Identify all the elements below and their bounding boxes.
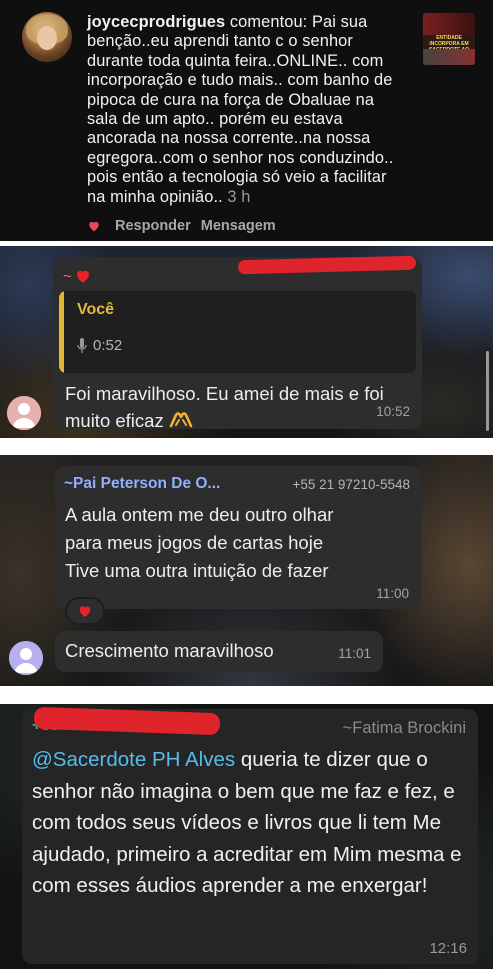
whatsapp-chat-panel-2: ~Pai Peterson De O... +55 21 97210-5548 …	[0, 455, 493, 686]
default-avatar-icon	[7, 396, 41, 430]
heart-icon	[76, 270, 89, 283]
comment-actions: Responder Mensagem	[87, 215, 276, 237]
comment-body: comentou: Pai sua benção..eu aprendi tan…	[87, 13, 394, 206]
avatar[interactable]	[7, 396, 41, 430]
quoted-author: Você	[77, 301, 115, 318]
message-bubble[interactable]: +559 ~Fatima Brockini @Sacerdote PH Alve…	[22, 709, 478, 964]
post-thumbnail[interactable]: ENTIDADE INCORPORA EM SACERDOTE AO VIVO	[423, 13, 475, 65]
message-bubble[interactable]: ~ Você 0:52 Foi maravilhoso. Eu amei de …	[53, 257, 422, 431]
message-time: 11:01	[338, 646, 371, 661]
comment-time: 3 h	[227, 187, 251, 206]
message-text: Crescimento maravilhoso	[65, 640, 274, 661]
hands-heart-icon	[169, 412, 193, 428]
heart-icon	[79, 606, 91, 617]
default-avatar-icon	[9, 641, 43, 675]
message-text: A aula ontem me deu outro olhar para meu…	[65, 504, 334, 581]
whatsapp-chat-panel-3: +559 ~Fatima Brockini @Sacerdote PH Alve…	[0, 704, 493, 969]
sender-phone: +55 21 97210-5548	[292, 477, 411, 492]
message-button[interactable]: Mensagem	[201, 218, 276, 234]
whatsapp-chat-panel-1: ~ Você 0:52 Foi maravilhoso. Eu amei de …	[0, 246, 493, 438]
quoted-duration: 0:52	[77, 337, 122, 354]
heart-icon[interactable]	[87, 219, 101, 233]
reaction-badge[interactable]	[65, 597, 105, 625]
quoted-voice-message[interactable]: Você 0:52	[59, 291, 416, 373]
comment-username[interactable]: joycecprodrigues	[87, 13, 225, 31]
avatar[interactable]	[9, 641, 43, 675]
commenter-avatar[interactable]	[22, 12, 72, 62]
message-bubble[interactable]: ~Pai Peterson De O... +55 21 97210-5548 …	[55, 466, 421, 609]
message-time: 10:52	[376, 404, 410, 419]
message-bubble[interactable]: Crescimento maravilhoso 11:01	[55, 631, 383, 672]
sender-name[interactable]: ~Pai Peterson De O...	[64, 475, 220, 493]
message-text: @Sacerdote PH Alves queria te dizer que …	[32, 748, 462, 897]
message-time: 11:00	[376, 586, 409, 601]
mention-link[interactable]: @Sacerdote PH Alves	[32, 748, 235, 771]
sender-name: ~Fatima Brockini	[342, 719, 466, 737]
sender-name: ~	[63, 267, 92, 285]
message-time: 12:16	[429, 940, 467, 957]
comment-text: joycecprodrigues comentou: Pai sua bençã…	[87, 13, 405, 207]
instagram-comment-panel: joycecprodrigues comentou: Pai sua bençã…	[0, 0, 493, 241]
reply-button[interactable]: Responder	[115, 218, 191, 234]
post-thumbnail-text: ENTIDADE INCORPORA EM SACERDOTE AO VIVO	[429, 35, 469, 59]
scrollbar[interactable]	[486, 351, 489, 431]
message-text: Foi maravilhoso. Eu amei de mais e foi m…	[65, 383, 384, 431]
microphone-icon	[77, 337, 87, 353]
